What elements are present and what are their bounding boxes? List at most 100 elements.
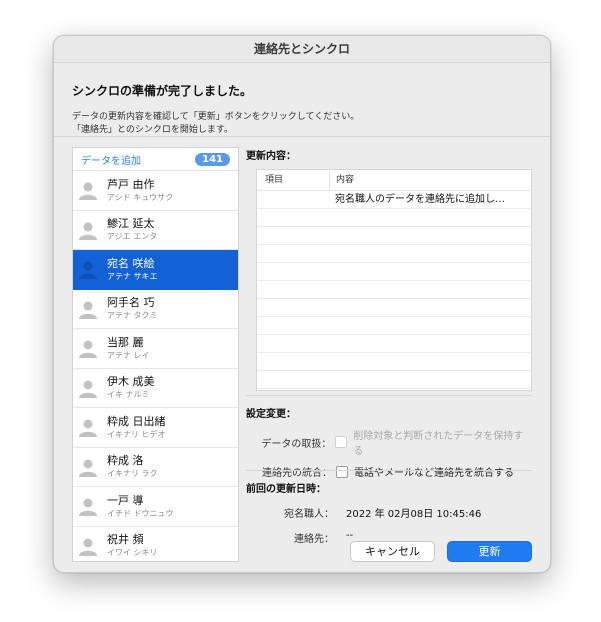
contact-name: 阿手名 巧	[107, 296, 155, 310]
contact-kana: アテナ レイ	[107, 350, 150, 360]
table-row	[257, 209, 531, 227]
contact-kana: アシド キュウサク	[107, 192, 174, 202]
table-row[interactable]: 宛名職人のデータを連絡先に追加し…	[257, 191, 531, 209]
table-row	[257, 245, 531, 263]
contact-name: 当那 麗	[107, 335, 144, 349]
contact-text: 粋成 洛イキナリ ラク	[107, 454, 158, 479]
table-row	[257, 353, 531, 371]
contact-list: データを追加 141 芦戸 由作 アシド キュウサク 鯵江 延太 アジエ エンタ 宛名 …	[72, 147, 239, 562]
table-row	[257, 299, 531, 317]
update-button[interactable]: 更新	[447, 541, 532, 562]
contact-item[interactable]: 祝井 頻イワイ シキリ	[73, 527, 238, 562]
contact-kana: アテナ サキエ	[107, 271, 158, 281]
contact-text: 阿手名 巧アテナ タクミ	[107, 296, 158, 321]
contact-name: 粋成 日出緒	[107, 414, 166, 428]
person-icon	[77, 495, 99, 517]
contact-name: 伊木 成美	[107, 375, 155, 389]
contact-item[interactable]: 一戸 導イチド ドウニュウ	[73, 487, 238, 527]
changes-table-header: 項目 内容	[257, 170, 531, 191]
atena-update-row: 宛名職人： 2022 年 02月08日 10:45:46	[246, 505, 532, 520]
data-handling-row: データの取扱： 削除対象と判断されたデータを保持する	[246, 427, 532, 457]
table-row	[257, 371, 531, 389]
contact-name: 祝井 頻	[107, 533, 144, 547]
contact-text: 粋成 日出緒 イキナリ ヒデオ	[107, 415, 166, 440]
table-row	[257, 263, 531, 281]
person-icon	[77, 377, 99, 399]
settings-title: 設定変更：	[246, 409, 296, 420]
contact-name: 芦戸 由作	[107, 177, 155, 191]
keep-deleted-checkbox[interactable]	[335, 436, 348, 448]
merge-contacts-option: 電話やメールなど連絡先を統合する	[354, 468, 514, 479]
last-update-section: 前回の更新日時： 宛名職人： 2022 年 02月08日 10:45:46 連絡…	[246, 480, 532, 545]
settings-divider	[246, 395, 532, 396]
dialog-header: シンクロの準備が完了しました。 データの更新内容を確認して「更新」ボタンをクリッ…	[72, 82, 532, 137]
person-icon	[77, 298, 99, 320]
instruction-line-1: データの更新内容を確認して「更新」ボタンをクリックしてください。	[72, 112, 360, 122]
contact-item[interactable]: 阿手名 巧アテナ タクミ	[73, 290, 238, 329]
person-icon	[77, 337, 99, 359]
column-content[interactable]: 内容	[330, 170, 354, 190]
changes-title: 更新内容：	[246, 151, 296, 162]
contact-kana: イキナリ ラク	[107, 469, 158, 479]
table-row	[257, 227, 531, 245]
table-row	[257, 317, 531, 335]
details-panel: 更新内容： 項目 内容 宛名職人のデータを連絡先に追加し… 設定変更： データの…	[246, 147, 532, 545]
last-update-title: 前回の更新日時：	[246, 484, 326, 495]
contact-item[interactable]: 伊木 成美 イキ ナルミ	[73, 369, 238, 408]
atena-label: 宛名職人：	[284, 509, 334, 520]
contact-item[interactable]: 宛名 咲絵 アテナ サキエ	[73, 250, 238, 290]
keep-deleted-option: 削除対象と判断されたデータを保持する	[353, 431, 524, 457]
contact-kana: イキナリ ヒデオ	[107, 429, 166, 439]
settings-section: 設定変更： データの取扱： 削除対象と判断されたデータを保持する 連絡先の統合：…	[246, 405, 532, 479]
contact-text: 当那 麗アテナ レイ	[107, 336, 150, 361]
contact-item[interactable]: 芦戸 由作 アシド キュウサク	[73, 171, 238, 211]
contact-kana: イキ ナルミ	[107, 390, 150, 400]
merge-label: 連絡先の統合：	[262, 468, 332, 479]
contact-item[interactable]: 粋成 日出緒 イキナリ ヒデオ	[73, 408, 238, 448]
sync-dialog: 連絡先とシンクロ シンクロの準備が完了しました。 データの更新内容を確認して「更…	[53, 35, 551, 573]
contact-text: 祝井 頻イワイ シキリ	[107, 533, 158, 558]
contact-kana: イチド ドウニュウ	[107, 508, 174, 518]
contact-items: 芦戸 由作 アシド キュウサク 鯵江 延太 アジエ エンタ 宛名 咲絵 アテナ サキエ 阿手…	[73, 171, 238, 562]
contacts-label: 連絡先：	[294, 534, 334, 545]
ready-heading: シンクロの準備が完了しました。	[72, 84, 253, 98]
window-title: 連絡先とシンクロ	[54, 36, 550, 63]
contact-item[interactable]: 当那 麗アテナ レイ	[73, 329, 238, 369]
cancel-button[interactable]: キャンセル	[350, 541, 435, 562]
atena-timestamp: 2022 年 02月08日 10:45:46	[346, 509, 482, 520]
person-icon	[77, 179, 99, 201]
column-item[interactable]: 項目	[257, 170, 330, 190]
contact-text: 一戸 導イチド ドウニュウ	[107, 494, 174, 519]
table-row	[257, 281, 531, 299]
contact-name: 粋成 洛	[107, 454, 144, 468]
contact-text: 芦戸 由作 アシド キュウサク	[107, 178, 173, 203]
row-item	[257, 191, 329, 208]
contact-item[interactable]: 粋成 洛イキナリ ラク	[73, 448, 238, 487]
person-icon	[77, 258, 99, 280]
person-icon	[77, 456, 99, 478]
contact-name: 一戸 導	[107, 493, 144, 507]
contact-text: 宛名 咲絵 アテナ サキエ	[107, 257, 158, 282]
changes-table: 項目 内容 宛名職人のデータを連絡先に追加し…	[256, 169, 532, 391]
merge-row: 連絡先の統合： 電話やメールなど連絡先を統合する	[246, 464, 532, 479]
count-badge: 141	[195, 152, 230, 166]
contact-name: 鯵江 延太	[107, 217, 155, 231]
add-data-link[interactable]: データを追加	[81, 152, 141, 167]
header-divider	[54, 136, 550, 137]
table-row	[257, 335, 531, 353]
contact-kana: アテナ タクミ	[107, 311, 158, 321]
contact-name: 宛名 咲絵	[107, 256, 155, 270]
contact-text: 伊木 成美 イキ ナルミ	[107, 375, 155, 400]
contact-kana: イワイ シキリ	[107, 548, 158, 558]
contact-text: 鯵江 延太 アジエ エンタ	[107, 217, 157, 242]
contact-item[interactable]: 鯵江 延太 アジエ エンタ	[73, 211, 238, 250]
row-content: 宛名職人のデータを連絡先に追加し…	[335, 194, 505, 205]
contact-kana: アジエ エンタ	[107, 232, 158, 242]
contact-list-header: データを追加 141	[73, 148, 238, 171]
merge-contacts-checkbox[interactable]	[336, 465, 348, 478]
person-icon	[77, 416, 99, 438]
data-handling-label: データの取扱：	[261, 438, 332, 450]
changes-table-body: 宛名職人のデータを連絡先に追加し…	[257, 191, 531, 389]
instruction-text: データの更新内容を確認して「更新」ボタンをクリックしてください。 「連絡先」との…	[72, 111, 532, 137]
person-icon	[77, 535, 99, 557]
